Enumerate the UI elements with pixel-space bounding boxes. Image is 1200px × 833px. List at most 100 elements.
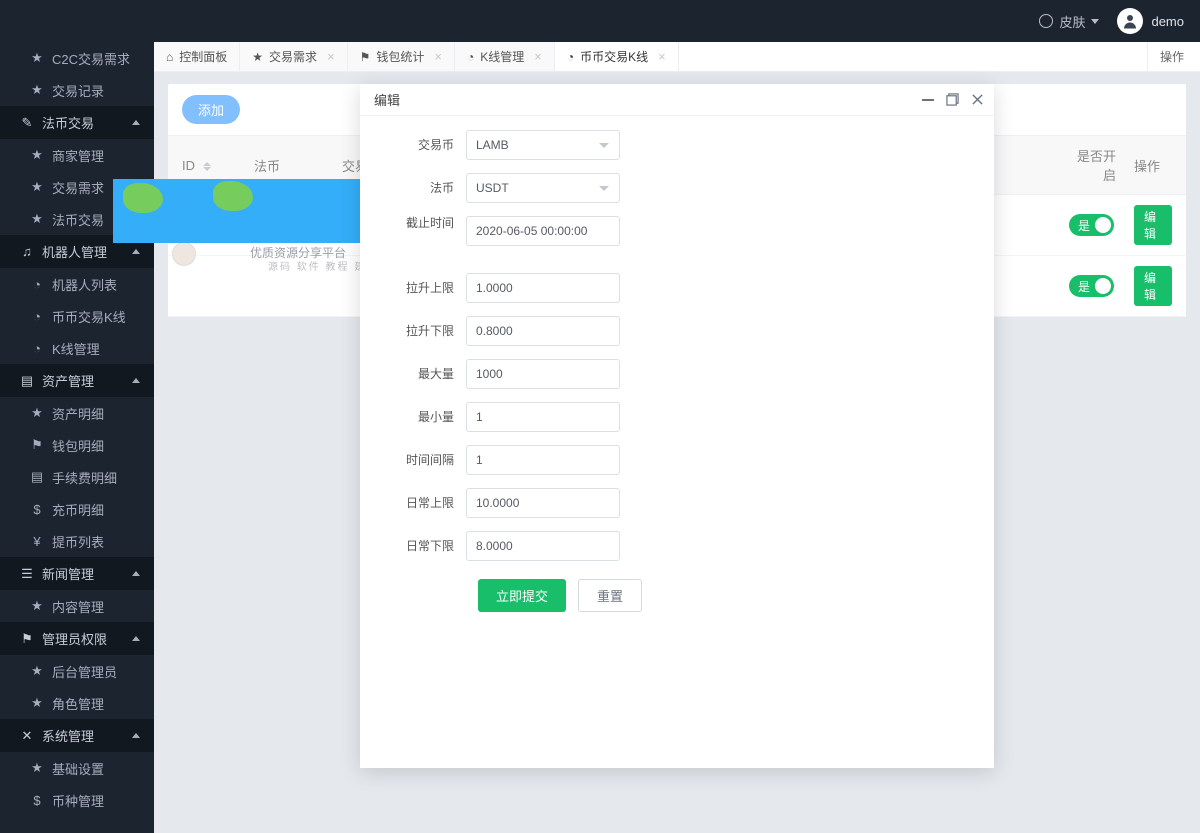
- close-icon[interactable]: [971, 93, 984, 106]
- ops-label: 操作: [1160, 48, 1184, 65]
- input-daily-down[interactable]: [466, 531, 620, 561]
- sidebar-item[interactable]: ★C2C交易需求: [0, 42, 154, 74]
- tab-label: 控制面板: [179, 48, 227, 65]
- sidebar-item[interactable]: ◔K线管理: [0, 332, 154, 364]
- input-end-time[interactable]: [466, 216, 620, 246]
- tab-icon: ⚑: [360, 50, 371, 64]
- sidebar-item[interactable]: ✎法币交易: [0, 106, 154, 139]
- tab-close-icon[interactable]: ×: [534, 49, 542, 64]
- enable-toggle[interactable]: 是: [1069, 214, 1114, 236]
- input-up-limit[interactable]: [466, 273, 620, 303]
- edit-button[interactable]: 编辑: [1134, 266, 1172, 306]
- sidebar-item[interactable]: ⚑钱包明细: [0, 429, 154, 461]
- minimize-icon[interactable]: [922, 99, 934, 101]
- tab-close-icon[interactable]: ×: [434, 49, 442, 64]
- input-min[interactable]: [466, 402, 620, 432]
- sidebar-item[interactable]: $ 币种管理: [0, 784, 154, 816]
- tab[interactable]: ◔ 币币交易K线 ×: [555, 42, 679, 71]
- menu-icon: ◔: [30, 309, 44, 324]
- sidebar-item[interactable]: ¥提币列表: [0, 525, 154, 557]
- sidebar-item[interactable]: ★资产明细: [0, 397, 154, 429]
- sidebar-item[interactable]: ◔币币交易K线: [0, 300, 154, 332]
- menu-icon: ★: [30, 405, 44, 421]
- menu-icon: ★: [30, 760, 44, 776]
- sidebar-item[interactable]: ★ 角色管理: [0, 687, 154, 719]
- sidebar-item[interactable]: ✕系统管理: [0, 719, 154, 752]
- sidebar-item-label: 机器人列表: [52, 275, 117, 294]
- tab-icon: ◔: [567, 50, 574, 64]
- collapse-icon: [132, 571, 140, 576]
- menu-icon: ◔: [30, 277, 44, 292]
- sidebar-item[interactable]: ⚑ 管理员权限: [0, 622, 154, 655]
- menu-icon: $: [30, 502, 44, 517]
- input-interval[interactable]: [466, 445, 620, 475]
- select-legal-coin[interactable]: USDT: [466, 173, 620, 203]
- avatar[interactable]: [1117, 8, 1143, 34]
- label-min: 最小量: [380, 402, 466, 432]
- sidebar-item[interactable]: ★ 交易记录: [0, 74, 154, 106]
- tab[interactable]: ⌂ 控制面板: [154, 42, 240, 71]
- sidebar-item[interactable]: ☰新闻管理: [0, 557, 154, 590]
- menu-icon: ⚑: [20, 631, 34, 647]
- label-max: 最大量: [380, 359, 466, 389]
- sidebar-item-label: 系统管理: [42, 726, 94, 745]
- tab-label: K线管理: [480, 48, 524, 65]
- menu-icon: ★: [30, 82, 44, 98]
- menu-icon: $: [30, 793, 44, 808]
- sidebar-item-label: 法币交易: [52, 210, 104, 229]
- sidebar-item[interactable]: ▤ 手续费明细: [0, 461, 154, 493]
- sidebar-item-label: 充币明细: [52, 500, 104, 519]
- input-max[interactable]: [466, 359, 620, 389]
- sidebar-item[interactable]: ★后台管理员: [0, 655, 154, 687]
- menu-icon: ▤: [30, 469, 44, 485]
- menu-icon: ✎: [20, 115, 34, 131]
- sidebar-item[interactable]: ▤资产管理: [0, 364, 154, 397]
- sidebar-item[interactable]: ★商家管理: [0, 139, 154, 171]
- menu-icon: ★: [30, 695, 44, 711]
- edit-modal: 编辑 交易币 LAMB 法币 USDT 截止时间 拉升上限 拉升下限 最大量 最…: [360, 84, 994, 768]
- edit-button[interactable]: 编辑: [1134, 205, 1172, 245]
- tab-close-icon[interactable]: ×: [658, 49, 666, 64]
- sidebar-item[interactable]: ★内容管理: [0, 590, 154, 622]
- label-interval: 时间间隔: [380, 445, 466, 475]
- submit-button[interactable]: 立即提交: [478, 579, 566, 612]
- sidebar-item[interactable]: ◔ 机器人列表: [0, 268, 154, 300]
- sidebar-item[interactable]: ★基础设置: [0, 752, 154, 784]
- menu-icon: ⚑: [30, 437, 44, 453]
- input-daily-up[interactable]: [466, 488, 620, 518]
- maximize-icon[interactable]: [946, 93, 959, 106]
- tab-icon: ⌂: [166, 50, 173, 64]
- menu-icon: ★: [30, 598, 44, 614]
- modal-title: 编辑: [374, 90, 400, 109]
- tabs-operations[interactable]: 操作: [1147, 42, 1200, 71]
- th-enabled[interactable]: 是否开启: [1052, 136, 1120, 195]
- username[interactable]: demo: [1151, 14, 1184, 29]
- sidebar-item-label: 资产管理: [42, 371, 94, 390]
- modal-header[interactable]: 编辑: [360, 84, 994, 116]
- tab-close-icon[interactable]: ×: [327, 49, 335, 64]
- th-op[interactable]: 操作: [1120, 136, 1186, 195]
- tab[interactable]: ⚑钱包统计×: [348, 42, 455, 71]
- sidebar-item-label: 手续费明细: [52, 468, 117, 487]
- sidebar-item-label: 币种管理: [52, 791, 104, 810]
- skin-switcher[interactable]: 皮肤: [1039, 12, 1099, 31]
- label-down-limit: 拉升下限: [380, 316, 466, 346]
- sidebar-item[interactable]: $ 充币明细: [0, 493, 154, 525]
- sidebar-item-label: 新闻管理: [42, 564, 94, 583]
- tab-label: 币币交易K线: [580, 48, 648, 65]
- collapse-icon: [132, 120, 140, 125]
- sidebar-item-label: 角色管理: [52, 694, 104, 713]
- enable-toggle[interactable]: 是: [1069, 275, 1114, 297]
- reset-button[interactable]: 重置: [578, 579, 642, 612]
- select-trade-coin[interactable]: LAMB: [466, 130, 620, 160]
- label-daily-down: 日常下限: [380, 531, 466, 561]
- sort-icon: [203, 162, 211, 171]
- tab[interactable]: ★交易需求×: [240, 42, 347, 71]
- sidebar-item-label: 机器人管理: [42, 242, 107, 261]
- sidebar-item-label: 交易记录: [52, 81, 104, 100]
- input-down-limit[interactable]: [466, 316, 620, 346]
- add-button[interactable]: 添加: [182, 95, 240, 124]
- tab[interactable]: ◔K线管理×: [455, 42, 555, 71]
- sidebar-item-label: 管理员权限: [42, 629, 107, 648]
- watermark-avatar: [172, 242, 196, 266]
